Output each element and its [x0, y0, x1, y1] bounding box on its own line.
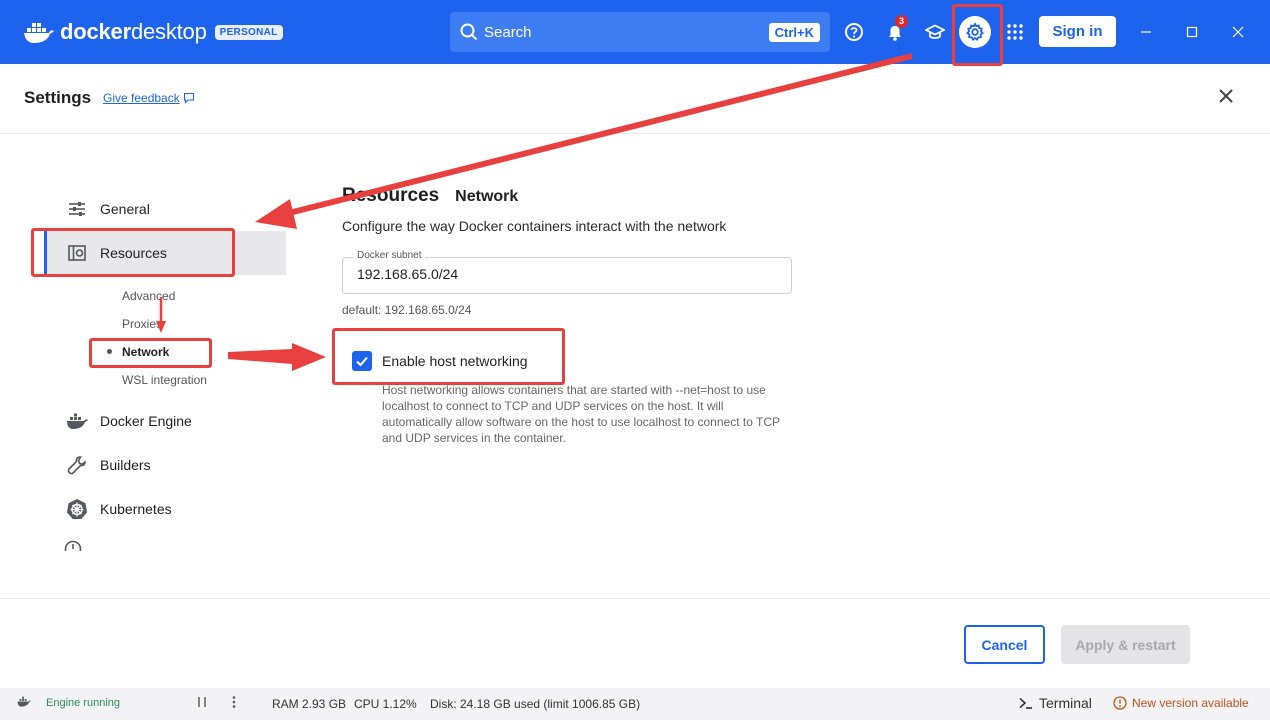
- annotation-box-host-networking: [332, 328, 565, 385]
- ram-usage: RAM 2.93 GB: [272, 697, 347, 711]
- search-shortcut: Ctrl+K: [768, 22, 820, 42]
- cpu-usage: CPU 1.12%: [354, 697, 417, 711]
- engine-menu-button[interactable]: [230, 695, 238, 712]
- docker-subnet-help: default: 192.168.65.0/24: [342, 303, 472, 317]
- docker-logo: dockerdesktop PERSONAL: [24, 16, 283, 48]
- helm-icon: [67, 499, 87, 519]
- engine-whale-icon: [17, 696, 31, 707]
- page-title: Settings: [24, 88, 92, 107]
- close-icon: [1219, 89, 1233, 103]
- whale-logo-icon: [24, 23, 54, 43]
- minimize-button[interactable]: [1136, 22, 1156, 42]
- give-feedback-link[interactable]: Give feedback: [103, 91, 195, 105]
- clock-icon: [64, 540, 82, 551]
- annotation-box-resources: [31, 228, 235, 277]
- cancel-button[interactable]: Cancel: [964, 625, 1045, 664]
- more-vertical-icon: [232, 696, 236, 708]
- host-networking-help: Host networking allows containers that a…: [382, 383, 780, 445]
- close-settings-button[interactable]: [1214, 84, 1238, 108]
- docker-subnet-input[interactable]: [357, 266, 757, 282]
- terminal-button[interactable]: Terminal: [1019, 695, 1092, 711]
- section-description: Configure the way Docker containers inte…: [342, 218, 727, 234]
- disk-usage: Disk: 24.18 GB used (limit 1006.85 GB): [430, 697, 641, 711]
- new-version-link[interactable]: New version available: [1113, 696, 1249, 710]
- info-icon: [1113, 696, 1127, 710]
- status-bar: Engine running RAM 2.93 GB CPU 1.12% Dis…: [0, 688, 1270, 720]
- docker-subnet-label: Docker subnet: [353, 250, 426, 261]
- sidebar-item-partial: [64, 540, 82, 551]
- sidebar-subitem-advanced[interactable]: Advanced: [122, 289, 175, 303]
- engine-status: Engine running: [46, 697, 121, 709]
- pause-engine-button[interactable]: [196, 695, 208, 712]
- help-button[interactable]: [838, 16, 870, 48]
- window-close-button[interactable]: [1228, 22, 1248, 42]
- breadcrumb-page: Network: [455, 188, 519, 205]
- sidebar-item-builders[interactable]: Builders: [44, 443, 286, 487]
- new-version-label: New version available: [1132, 696, 1249, 710]
- pause-icon: [198, 697, 206, 707]
- plan-badge: PERSONAL: [214, 24, 283, 40]
- learning-center-button[interactable]: [919, 16, 951, 48]
- sidebar-subitem-proxies[interactable]: Proxies: [122, 317, 162, 331]
- sign-in-button[interactable]: Sign in: [1039, 16, 1116, 47]
- breadcrumb: Resources Network: [342, 185, 518, 207]
- sidebar-item-docker-engine[interactable]: Docker Engine: [44, 399, 286, 443]
- feedback-icon: [183, 92, 194, 104]
- notification-badge: 3: [895, 15, 908, 28]
- sidebar-item-label: Builders: [100, 457, 151, 473]
- sidebar-item-label: Docker Engine: [100, 413, 192, 429]
- terminal-label: Terminal: [1039, 695, 1092, 711]
- annotation-arrow-to-checkbox: [228, 343, 326, 371]
- search-icon: [460, 23, 478, 41]
- top-bar: dockerdesktop PERSONAL Search Ctrl+K 3 S…: [0, 0, 1270, 64]
- grid-icon: [1007, 24, 1023, 40]
- product-name: desktop: [130, 19, 207, 44]
- extensions-grid-button[interactable]: [999, 16, 1031, 48]
- graduation-cap-icon: [925, 24, 945, 39]
- close-icon: [1232, 26, 1244, 38]
- minimize-icon: [1141, 31, 1151, 33]
- sidebar-subitem-wsl-integration[interactable]: WSL integration: [122, 373, 207, 387]
- whale-icon: [67, 413, 88, 429]
- search-placeholder: Search: [484, 23, 532, 41]
- give-feedback-label: Give feedback: [103, 91, 180, 105]
- wrench-icon: [67, 456, 86, 475]
- brand-name: docker: [60, 19, 131, 44]
- footer-divider: [0, 598, 1270, 599]
- sidebar-item-label: Kubernetes: [100, 501, 172, 517]
- annotation-box-network: [89, 338, 212, 368]
- breadcrumb-section: Resources: [342, 185, 440, 206]
- help-icon: [845, 23, 863, 41]
- search-bar[interactable]: Search Ctrl+K: [450, 12, 830, 52]
- sidebar-item-label: General: [100, 201, 150, 217]
- apply-restart-button[interactable]: Apply & restart: [1061, 625, 1190, 664]
- terminal-icon: [1019, 697, 1032, 709]
- sliders-icon: [69, 202, 85, 216]
- annotation-box-settings: [952, 4, 1003, 66]
- maximize-button[interactable]: [1182, 22, 1202, 42]
- sidebar-item-kubernetes[interactable]: Kubernetes: [44, 487, 286, 531]
- sidebar-item-general[interactable]: General: [44, 187, 286, 231]
- maximize-icon: [1186, 26, 1198, 38]
- notifications-button[interactable]: 3: [879, 15, 911, 48]
- docker-subnet-field[interactable]: Docker subnet: [342, 250, 792, 294]
- settings-header: Settings Give feedback: [0, 64, 1270, 134]
